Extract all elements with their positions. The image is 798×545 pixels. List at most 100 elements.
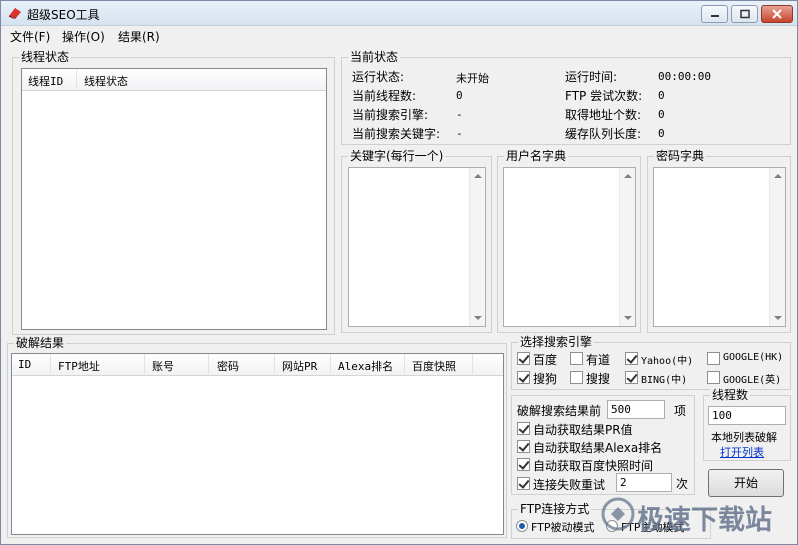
col-baidu-snapshot[interactable]: 百度快照 — [412, 358, 456, 374]
engine-bing-label: BING(中) — [641, 375, 688, 386]
thread-list[interactable]: 线程ID 线程状态 — [21, 68, 327, 330]
engine-soso-label: 搜搜 — [586, 372, 611, 386]
close-icon — [772, 9, 782, 19]
retry-input[interactable]: 2 — [616, 473, 672, 492]
local-list-label: 本地列表破解 — [711, 431, 777, 444]
keyword-value: - — [456, 127, 463, 140]
engine-soso-checkbox[interactable] — [570, 371, 583, 384]
engine-yahoo-checkbox[interactable] — [625, 352, 638, 365]
thread-count-label: 当前线程数: — [352, 89, 417, 103]
password-textarea[interactable] — [653, 167, 786, 327]
col-id[interactable]: ID — [18, 358, 31, 371]
retry-label: 连接失败重试 — [533, 478, 606, 492]
username-group: 用户名字典 — [497, 149, 641, 333]
start-button[interactable]: 开始 — [708, 469, 784, 497]
app-window: 超级SEO工具 文件(F) 操作(O) 结果(R) 线程状态 线程ID 线程状态… — [0, 0, 798, 545]
results-before-input[interactable]: 500 — [607, 400, 665, 419]
auto-alexa-checkbox[interactable] — [517, 440, 530, 453]
queue-length-label: 缓存队列长度: — [565, 127, 642, 141]
maximize-button[interactable] — [731, 5, 758, 23]
queue-length-value: 0 — [658, 127, 665, 140]
col-account[interactable]: 账号 — [152, 358, 174, 374]
engine-baidu-label: 百度 — [533, 353, 558, 367]
maximize-icon — [739, 9, 750, 19]
run-state-label: 运行状态: — [352, 70, 405, 84]
minimize-icon — [710, 15, 719, 17]
results-list[interactable]: ID FTP地址 账号 密码 网站PR Alexa排名 百度快照 — [11, 353, 504, 535]
col-thread-id[interactable]: 线程ID — [28, 73, 63, 89]
col-alexa-rank[interactable]: Alexa排名 — [338, 358, 393, 374]
password-scrollbar[interactable] — [769, 168, 785, 326]
app-logo-icon — [8, 8, 21, 19]
ftp-mode-label: FTP连接方式 — [518, 502, 592, 516]
auto-baidu-label: 自动获取百度快照时间 — [533, 459, 654, 473]
watermark-logo-icon — [601, 497, 635, 531]
options-group: 破解搜索结果前 500 项 自动获取结果PR值 自动获取结果Alexa排名 自动… — [511, 395, 695, 495]
results-before-label: 破解搜索结果前 — [517, 404, 602, 418]
engine-google-en-checkbox[interactable] — [707, 371, 720, 384]
retry-unit: 次 — [676, 477, 689, 491]
ftp-passive-label: FTP被动模式 — [531, 521, 595, 534]
engine-google-hk-checkbox[interactable] — [707, 352, 720, 365]
keyword-group-label: 关键字(每行一个) — [348, 149, 446, 163]
username-scrollbar[interactable] — [619, 168, 635, 326]
run-state-value: 未开始 — [456, 72, 489, 85]
retry-checkbox[interactable] — [517, 477, 530, 490]
keyword-group: 关键字(每行一个) — [341, 149, 492, 333]
engine-yahoo-label: Yahoo(中) — [641, 356, 694, 367]
keyword-label: 当前搜索关键字: — [352, 127, 441, 141]
menu-bar: 文件(F) 操作(O) 结果(R) — [1, 27, 797, 45]
run-time-label: 运行时间: — [565, 70, 618, 84]
engine-label: 当前搜索引擎: — [352, 108, 429, 122]
ftp-passive-radio[interactable] — [516, 520, 528, 532]
engine-sogou-checkbox[interactable] — [517, 371, 530, 384]
results-label: 破解结果 — [14, 336, 67, 350]
menu-results[interactable]: 结果(R) — [118, 28, 160, 45]
current-status-group: 当前状态 运行状态: 未开始 当前线程数: 0 当前搜索引擎: - 当前搜索关键… — [341, 50, 791, 145]
engine-baidu-checkbox[interactable] — [517, 352, 530, 365]
ftp-attempts-value: 0 — [658, 89, 665, 102]
username-group-label: 用户名字典 — [504, 149, 569, 163]
watermark-text: 极速下载站 — [637, 505, 772, 536]
engine-select-label: 选择搜索引擎 — [518, 335, 595, 349]
engine-value: - — [456, 108, 463, 121]
auto-baidu-checkbox[interactable] — [517, 458, 530, 471]
engine-youdao-label: 有道 — [586, 353, 611, 367]
auto-alexa-label: 自动获取结果Alexa排名 — [533, 441, 663, 455]
engine-select-group: 选择搜索引擎 百度 有道 Yahoo(中) GOOGLE(HK) 搜狗 搜搜 B… — [511, 335, 791, 390]
threads-input[interactable]: 100 — [708, 406, 786, 425]
results-list-header: ID FTP地址 账号 密码 网站PR Alexa排名 百度快照 — [12, 354, 503, 376]
col-password[interactable]: 密码 — [217, 358, 239, 374]
thread-status-label: 线程状态 — [19, 50, 72, 64]
current-status-label: 当前状态 — [348, 50, 401, 64]
close-button[interactable] — [761, 5, 793, 23]
ftp-attempts-label: FTP 尝试次数: — [565, 89, 643, 103]
threads-group: 线程数 100 本地列表破解 打开列表 — [703, 388, 791, 461]
engine-youdao-checkbox[interactable] — [570, 352, 583, 365]
col-thread-status[interactable]: 线程状态 — [84, 73, 128, 89]
window-title: 超级SEO工具 — [27, 8, 100, 22]
results-group: 破解结果 ID FTP地址 账号 密码 网站PR Alexa排名 百度快照 — [7, 336, 507, 538]
engine-google-hk-label: GOOGLE(HK) — [723, 352, 784, 363]
engine-bing-checkbox[interactable] — [625, 371, 638, 384]
engine-sogou-label: 搜狗 — [533, 372, 558, 386]
menu-file[interactable]: 文件(F) — [10, 28, 50, 45]
auto-pr-checkbox[interactable] — [517, 422, 530, 435]
auto-pr-label: 自动获取结果PR值 — [533, 423, 633, 437]
open-list-link[interactable]: 打开列表 — [720, 444, 764, 460]
keyword-textarea[interactable] — [348, 167, 486, 327]
col-ftp-address[interactable]: FTP地址 — [58, 358, 100, 374]
thread-status-group: 线程状态 线程ID 线程状态 — [12, 50, 335, 335]
col-site-pr[interactable]: 网站PR — [282, 358, 317, 374]
minimize-button[interactable] — [701, 5, 728, 23]
threads-label: 线程数 — [710, 388, 751, 402]
title-bar: 超级SEO工具 — [1, 1, 797, 26]
run-time-value: 00:00:00 — [658, 70, 711, 83]
password-group-label: 密码字典 — [654, 149, 707, 163]
address-count-value: 0 — [658, 108, 665, 121]
results-before-unit: 项 — [674, 404, 687, 418]
keyword-scrollbar[interactable] — [469, 168, 485, 326]
menu-operate[interactable]: 操作(O) — [62, 28, 105, 45]
address-count-label: 取得地址个数: — [565, 108, 642, 122]
username-textarea[interactable] — [503, 167, 636, 327]
